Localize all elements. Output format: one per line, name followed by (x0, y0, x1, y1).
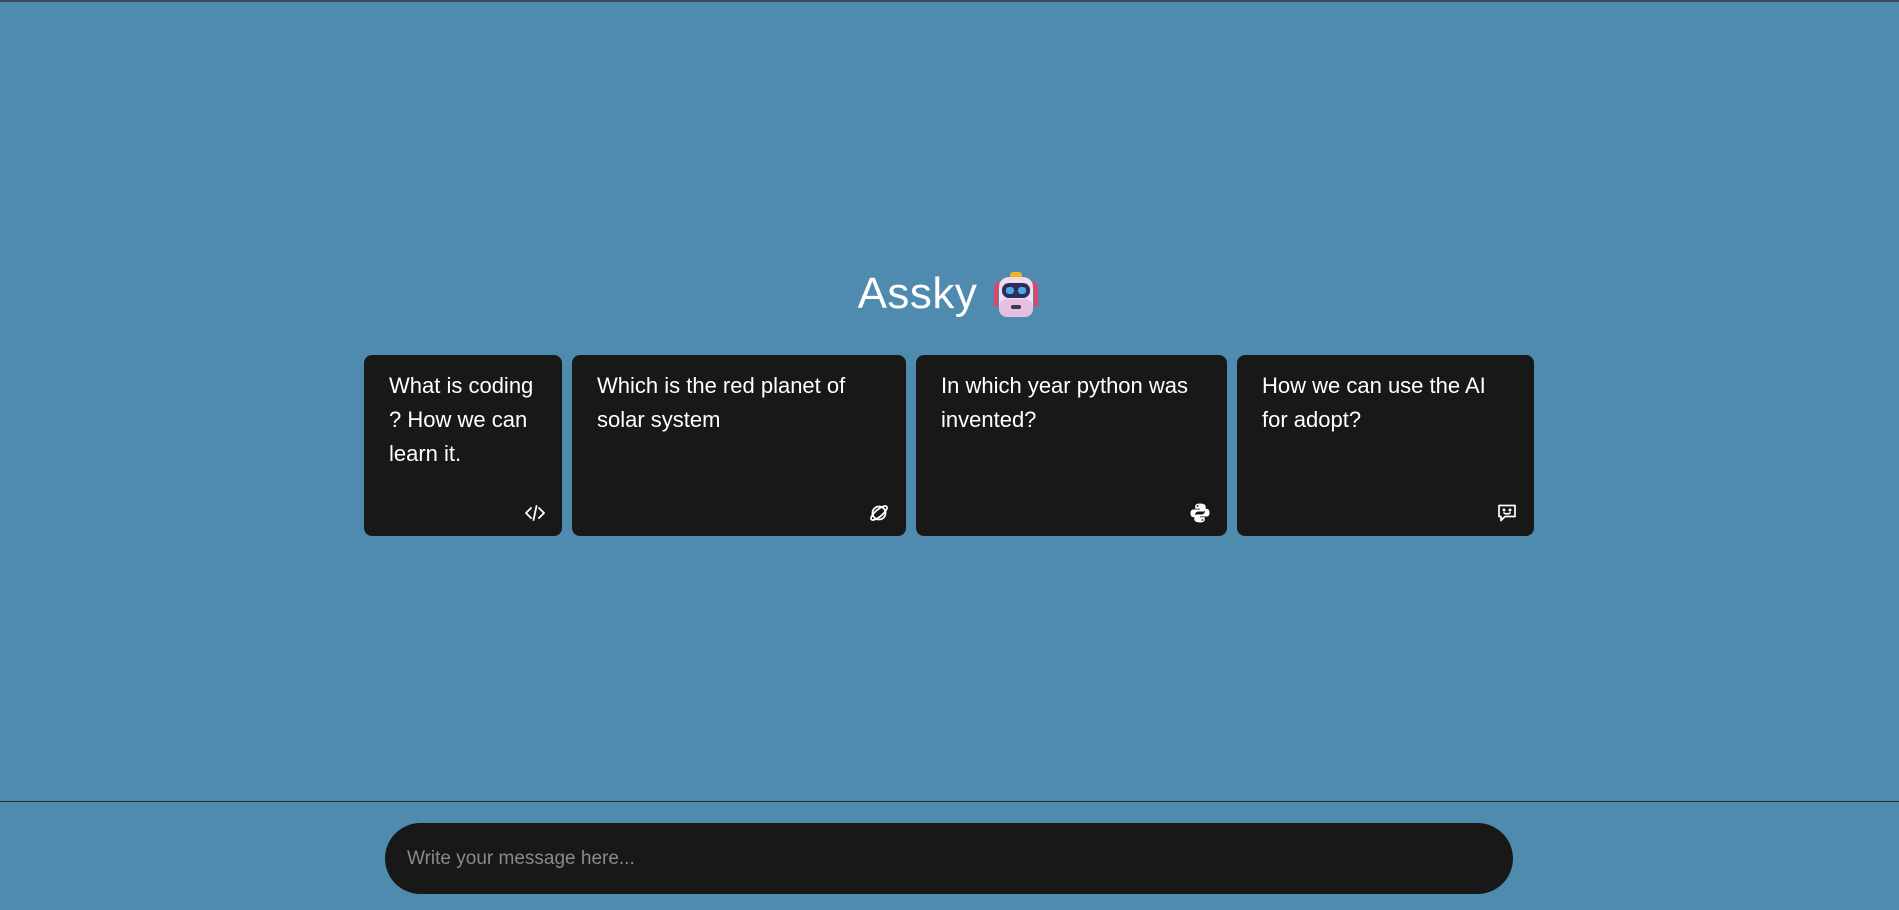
suggestion-card-ai[interactable]: How we can use the AI for adopt? (1237, 355, 1534, 536)
suggestion-card-text: How we can use the AI for adopt? (1262, 373, 1486, 432)
message-input[interactable] (405, 846, 1493, 871)
suggestion-card-text: Which is the red planet of solar system (597, 373, 846, 432)
planet-icon (868, 500, 890, 522)
suggestion-card-coding[interactable]: What is coding ? How we can learn it. (364, 355, 562, 536)
python-icon (1189, 500, 1211, 523)
app-root: Assky What is coding ? How we can learn … (0, 0, 1899, 910)
suggestion-card-python[interactable]: In which year python was invented? (916, 355, 1227, 536)
suggestion-card-text: In which year python was invented? (941, 373, 1189, 432)
top-border (0, 0, 1899, 2)
app-title: Assky (857, 269, 978, 318)
message-composer (385, 823, 1513, 894)
robot-icon (991, 269, 1041, 319)
chat-icon (1496, 500, 1518, 522)
code-icon (524, 500, 546, 522)
header: Assky (0, 268, 1899, 320)
suggestion-cards: What is coding ? How we can learn it. Wh… (364, 355, 1534, 536)
suggestion-card-text: What is coding ? How we can learn it. (389, 373, 534, 466)
suggestion-card-planet[interactable]: Which is the red planet of solar system (572, 355, 906, 536)
composer-divider (0, 801, 1899, 802)
